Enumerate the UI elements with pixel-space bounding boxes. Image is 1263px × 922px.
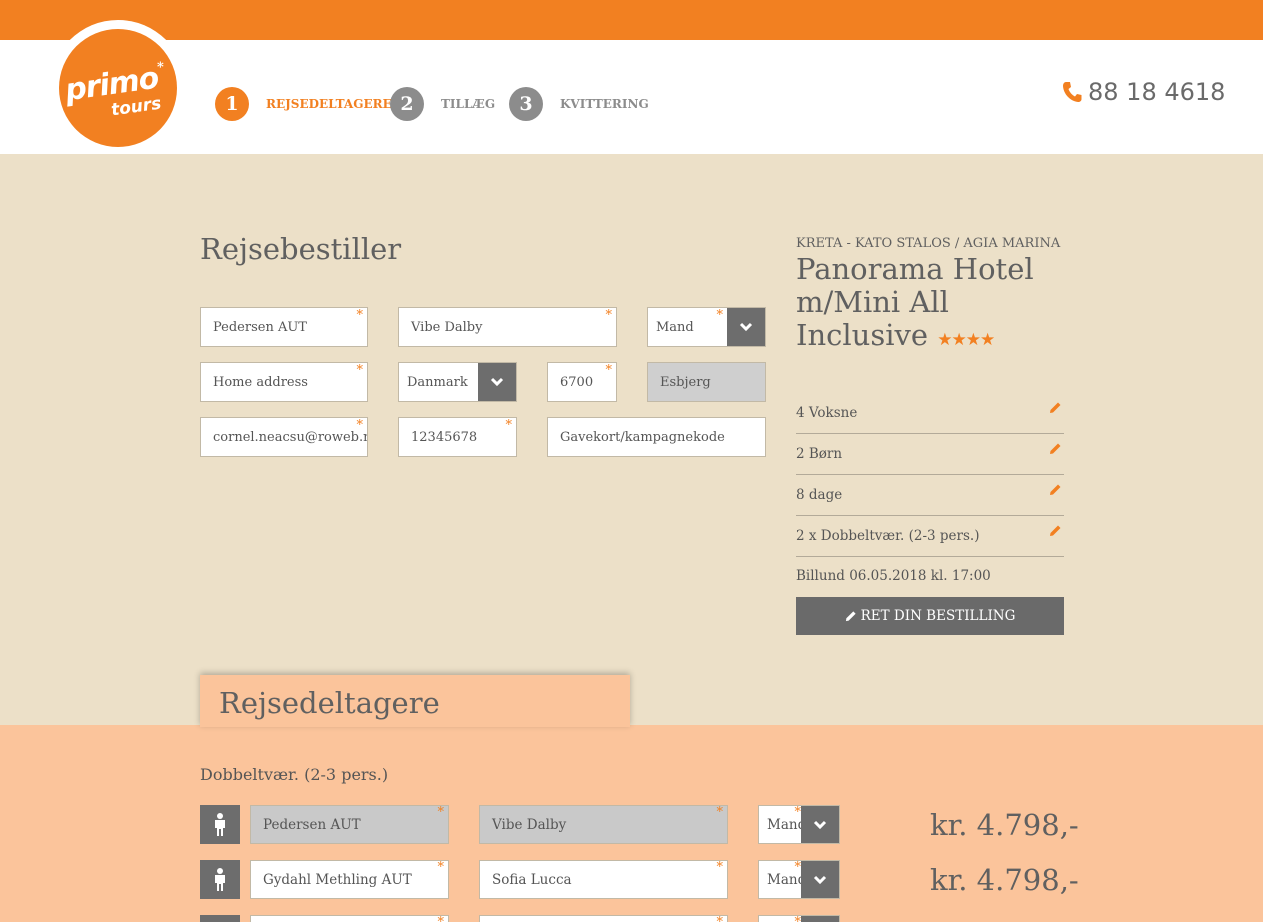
- person-icon: [200, 915, 240, 922]
- trip-destination: KRETA - KATO STALOS / AGIA MARINA: [796, 236, 1061, 251]
- last-name-field[interactable]: Vibe Dalby *: [398, 307, 617, 347]
- required-marker: *: [356, 418, 364, 433]
- participant-gender-select[interactable]: Mand *: [758, 860, 840, 899]
- person-icon: [200, 860, 240, 899]
- gender-value: Mand: [656, 319, 694, 335]
- email-value: cornel.neacsu@roweb.rc: [213, 429, 368, 445]
- chevron-down-icon[interactable]: [727, 308, 765, 346]
- participant-first-name-value: Pedersen AUT: [263, 816, 361, 833]
- step-label: REJSEDELTAGERE: [266, 97, 392, 111]
- city-field: Esbjerg: [647, 362, 766, 402]
- participant-last-name-value: Vibe Dalby: [492, 816, 567, 833]
- required-marker: *: [438, 916, 445, 922]
- zip-value: 6700: [560, 374, 594, 390]
- hotel-name-block: Panorama Hotel m/Mini All Inclusive ★★★★: [796, 253, 1064, 357]
- participant-last-name[interactable]: *: [479, 915, 728, 922]
- primo-tours-logo[interactable]: primo * tours: [59, 29, 177, 147]
- participant-last-name[interactable]: Sofia Lucca *: [479, 860, 728, 899]
- voucher-placeholder: Gavekort/kampagnekode: [560, 429, 725, 445]
- pencil-icon[interactable]: [1049, 524, 1062, 537]
- edit-booking-label: RET DIN BESTILLING: [860, 608, 1016, 624]
- summary-label: 2 Børn: [796, 446, 843, 462]
- summary-children: 2 Børn: [796, 434, 1064, 475]
- participant-last-name[interactable]: Vibe Dalby *: [479, 805, 728, 844]
- address-value: Home address: [213, 374, 308, 390]
- participant-first-name[interactable]: *: [250, 915, 449, 922]
- required-marker: *: [605, 308, 613, 323]
- required-marker: *: [605, 363, 613, 378]
- required-marker: *: [437, 860, 445, 875]
- participant-first-name-value: Gydahl Methling AUT: [263, 871, 412, 888]
- required-marker: *: [716, 308, 724, 323]
- pencil-icon: [845, 611, 856, 622]
- summary-adults: 4 Voksne: [796, 393, 1064, 434]
- room-type-title: Dobbeltvær. (2-3 pers.): [200, 765, 389, 784]
- header-phone[interactable]: 88 18 4618: [1062, 78, 1225, 106]
- phone-field[interactable]: 12345678 *: [398, 417, 517, 457]
- required-marker: *: [717, 916, 724, 922]
- phone-value: 12345678: [411, 429, 478, 445]
- pencil-icon[interactable]: [1049, 442, 1062, 455]
- step-label: KVITTERING: [560, 97, 649, 111]
- last-name-value: Vibe Dalby: [411, 319, 483, 335]
- summary-label: 4 Voksne: [796, 405, 858, 421]
- participants-title: Rejsedeltagere: [219, 686, 440, 720]
- participant-first-name[interactable]: Pedersen AUT *: [250, 805, 449, 844]
- required-marker: *: [356, 363, 364, 378]
- step-label: TILLÆG: [441, 97, 496, 111]
- address-field[interactable]: Home address *: [200, 362, 368, 402]
- step-number: 2: [390, 87, 424, 121]
- participant-price: kr. 4.798,-: [930, 808, 1079, 842]
- step-1-rejsedeltagere[interactable]: 1 REJSEDELTAGERE: [215, 87, 392, 121]
- summary-label: 2 x Dobbeltvær. (2-3 pers.): [796, 528, 980, 544]
- summary-rooms: 2 x Dobbeltvær. (2-3 pers.): [796, 516, 1064, 557]
- zip-field[interactable]: 6700 *: [547, 362, 617, 402]
- required-marker: *: [716, 860, 724, 875]
- summary-label: 8 dage: [796, 487, 843, 503]
- email-field[interactable]: cornel.neacsu@roweb.rc *: [200, 417, 368, 457]
- required-marker: *: [437, 805, 445, 820]
- city-value: Esbjerg: [660, 374, 711, 390]
- first-name-field[interactable]: Pedersen AUT *: [200, 307, 368, 347]
- participant-gender-select[interactable]: *: [758, 915, 840, 922]
- participant-first-name[interactable]: Gydahl Methling AUT *: [250, 860, 449, 899]
- chevron-down-icon[interactable]: [801, 861, 839, 898]
- participant-gender-select[interactable]: Mand *: [758, 805, 840, 844]
- voucher-field[interactable]: Gavekort/kampagnekode: [547, 417, 766, 457]
- logo-star-mark: *: [157, 60, 164, 75]
- person-icon: [200, 805, 240, 844]
- chevron-down-icon[interactable]: [478, 363, 516, 401]
- summary-duration: 8 dage: [796, 475, 1064, 516]
- pencil-icon[interactable]: [1049, 401, 1062, 414]
- step-2-tillaeg[interactable]: 2 TILLÆG: [390, 87, 495, 121]
- participants-section: Dobbeltvær. (2-3 pers.) Pedersen AUT * V…: [0, 725, 1263, 922]
- required-marker: *: [356, 308, 364, 323]
- hotel-name: Panorama Hotel m/Mini All Inclusive: [796, 252, 1034, 352]
- required-marker: *: [505, 418, 513, 433]
- first-name-value: Pedersen AUT: [213, 319, 307, 335]
- country-value: Danmark: [407, 374, 468, 390]
- required-marker: *: [716, 805, 724, 820]
- departure-info: Billund 06.05.2018 kl. 17:00: [796, 568, 991, 584]
- step-number: 3: [509, 87, 543, 121]
- edit-booking-button[interactable]: RET DIN BESTILLING: [796, 597, 1064, 635]
- phone-icon: [1063, 82, 1082, 102]
- gender-select[interactable]: Mand *: [647, 307, 766, 347]
- chevron-down-icon[interactable]: [801, 806, 839, 843]
- chevron-down-icon[interactable]: [801, 916, 839, 922]
- booker-form-title: Rejsebestiller: [200, 232, 402, 266]
- participant-price: kr. 4.798,-: [930, 863, 1079, 897]
- participant-last-name-value: Sofia Lucca: [492, 871, 572, 888]
- top-accent-bar: [0, 0, 1263, 40]
- trip-summary: KRETA - KATO STALOS / AGIA MARINA Panora…: [796, 236, 1064, 357]
- hotel-rating-stars: ★★★★: [937, 330, 995, 350]
- phone-number: 88 18 4618: [1088, 78, 1226, 106]
- pencil-icon[interactable]: [1049, 483, 1062, 496]
- step-3-kvittering[interactable]: 3 KVITTERING: [509, 87, 649, 121]
- country-select[interactable]: Danmark: [398, 362, 517, 402]
- participants-tab: Rejsedeltagere: [200, 675, 630, 727]
- step-number: 1: [215, 87, 249, 121]
